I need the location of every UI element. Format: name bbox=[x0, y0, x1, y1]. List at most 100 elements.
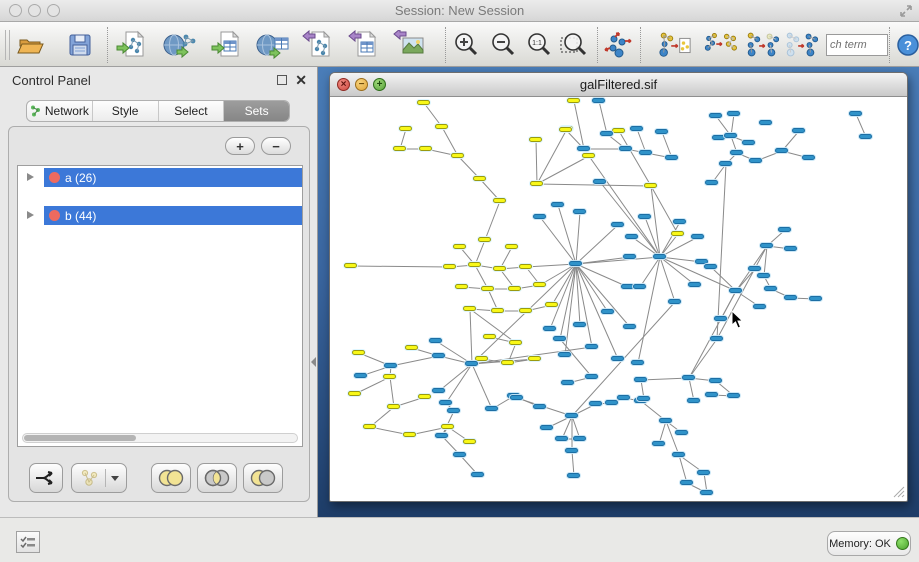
graph-node[interactable] bbox=[555, 436, 568, 441]
graph-node[interactable] bbox=[589, 401, 602, 406]
graph-node[interactable] bbox=[348, 391, 361, 396]
export-image-button[interactable] bbox=[392, 28, 426, 62]
graph-node[interactable] bbox=[682, 375, 695, 380]
graph-node[interactable] bbox=[577, 146, 590, 151]
graph-node[interactable] bbox=[639, 150, 652, 155]
graph-node[interactable] bbox=[451, 153, 464, 158]
graph-node[interactable] bbox=[344, 263, 357, 268]
graph-node[interactable] bbox=[673, 219, 686, 224]
graph-node[interactable] bbox=[601, 309, 614, 314]
graph-node[interactable] bbox=[714, 316, 727, 321]
graph-node[interactable] bbox=[623, 324, 636, 329]
zoom-in-button[interactable] bbox=[449, 28, 483, 62]
graph-node[interactable] bbox=[644, 183, 657, 188]
graph-node[interactable] bbox=[453, 244, 466, 249]
graph-node[interactable] bbox=[463, 439, 476, 444]
zoom-out-button[interactable] bbox=[486, 28, 520, 62]
graph-node[interactable] bbox=[633, 284, 646, 289]
graph-node[interactable] bbox=[491, 308, 504, 313]
graph-node[interactable] bbox=[363, 424, 376, 429]
graph-node[interactable] bbox=[753, 304, 766, 309]
save-session-button[interactable] bbox=[63, 28, 97, 62]
graph-node[interactable] bbox=[533, 282, 546, 287]
graph-node[interactable] bbox=[519, 264, 532, 269]
graph-node[interactable] bbox=[687, 398, 700, 403]
graph-node[interactable] bbox=[399, 126, 412, 131]
graph-node[interactable] bbox=[671, 231, 684, 236]
graph-node[interactable] bbox=[505, 244, 518, 249]
graph-node[interactable] bbox=[611, 356, 624, 361]
graph-node[interactable] bbox=[710, 336, 723, 341]
graph-node[interactable] bbox=[383, 374, 396, 379]
graph-node[interactable] bbox=[719, 161, 732, 166]
graph-node[interactable] bbox=[573, 322, 586, 327]
graph-node[interactable] bbox=[617, 395, 630, 400]
graph-node[interactable] bbox=[468, 262, 481, 267]
expand-icon[interactable] bbox=[899, 4, 913, 18]
help-button[interactable]: ? bbox=[891, 28, 919, 62]
graph-node[interactable] bbox=[638, 214, 651, 219]
graph-node[interactable] bbox=[551, 202, 564, 207]
graph-node[interactable] bbox=[447, 408, 460, 413]
move-set-button[interactable] bbox=[784, 28, 818, 62]
toolbar-drag-handle[interactable] bbox=[5, 30, 10, 60]
graph-node[interactable] bbox=[668, 299, 681, 304]
list-item-set-a[interactable]: a (26) bbox=[18, 168, 302, 187]
graph-node[interactable] bbox=[585, 374, 598, 379]
memory-status-badge[interactable]: Memory: OK bbox=[827, 531, 911, 556]
graph-node[interactable] bbox=[704, 264, 717, 269]
graph-node[interactable] bbox=[705, 392, 718, 397]
float-panel-icon[interactable] bbox=[277, 75, 287, 85]
collapse-panel-handle[interactable] bbox=[311, 357, 316, 367]
graph-node[interactable] bbox=[724, 133, 737, 138]
graph-node[interactable] bbox=[759, 120, 772, 125]
create-set-from-selection-button[interactable] bbox=[704, 28, 738, 62]
graph-node[interactable] bbox=[653, 254, 666, 259]
graph-node[interactable] bbox=[455, 284, 468, 289]
graph-node[interactable] bbox=[439, 400, 452, 405]
close-panel-icon[interactable]: ✕ bbox=[295, 72, 307, 89]
graph-node[interactable] bbox=[757, 273, 770, 278]
zoom-fit-selected-button[interactable] bbox=[556, 28, 590, 62]
title-bar[interactable]: Session: New Session bbox=[0, 0, 919, 22]
graph-node[interactable] bbox=[760, 243, 773, 248]
graph-node[interactable] bbox=[585, 344, 598, 349]
create-set-network-dropdown[interactable] bbox=[71, 463, 127, 493]
graph-node[interactable] bbox=[709, 378, 722, 383]
apply-layout-button[interactable] bbox=[601, 28, 635, 62]
graph-node[interactable] bbox=[543, 326, 556, 331]
graph-node[interactable] bbox=[709, 113, 722, 118]
graph-node[interactable] bbox=[553, 336, 566, 341]
graph-node[interactable] bbox=[655, 129, 668, 134]
graph-node[interactable] bbox=[565, 413, 578, 418]
zoom-actual-size-button[interactable]: 1:1 bbox=[522, 28, 556, 62]
graph-node[interactable] bbox=[432, 353, 445, 358]
graph-node[interactable] bbox=[405, 345, 418, 350]
graph-node[interactable] bbox=[573, 209, 586, 214]
graph-node[interactable] bbox=[697, 470, 710, 475]
graph-node[interactable] bbox=[478, 237, 491, 242]
add-set-button[interactable]: + bbox=[225, 137, 255, 155]
graph-node[interactable] bbox=[705, 180, 718, 185]
tab-style[interactable]: Style bbox=[93, 101, 159, 121]
import-network-file-button[interactable] bbox=[115, 28, 149, 62]
graph-node[interactable] bbox=[612, 128, 625, 133]
remove-set-button[interactable]: − bbox=[261, 137, 291, 155]
graph-node[interactable] bbox=[558, 352, 571, 357]
graph-node[interactable] bbox=[510, 395, 523, 400]
graph-node[interactable] bbox=[432, 388, 445, 393]
graph-node[interactable] bbox=[637, 396, 650, 401]
expand-triangle-icon[interactable] bbox=[27, 211, 34, 219]
resize-grip-icon[interactable] bbox=[893, 486, 905, 498]
graph-node[interactable] bbox=[463, 306, 476, 311]
graph-node[interactable] bbox=[493, 198, 506, 203]
list-item-set-b[interactable]: b (44) bbox=[18, 206, 302, 225]
import-set-from-file-button[interactable] bbox=[658, 28, 692, 62]
graph-node[interactable] bbox=[493, 266, 506, 271]
graph-node[interactable] bbox=[573, 436, 586, 441]
export-table-button[interactable] bbox=[347, 28, 381, 62]
network-window-titlebar[interactable]: × − + galFiltered.sif bbox=[330, 73, 907, 97]
graph-node[interactable] bbox=[465, 361, 478, 366]
tab-select[interactable]: Select bbox=[159, 101, 225, 121]
graph-node[interactable] bbox=[729, 288, 742, 293]
